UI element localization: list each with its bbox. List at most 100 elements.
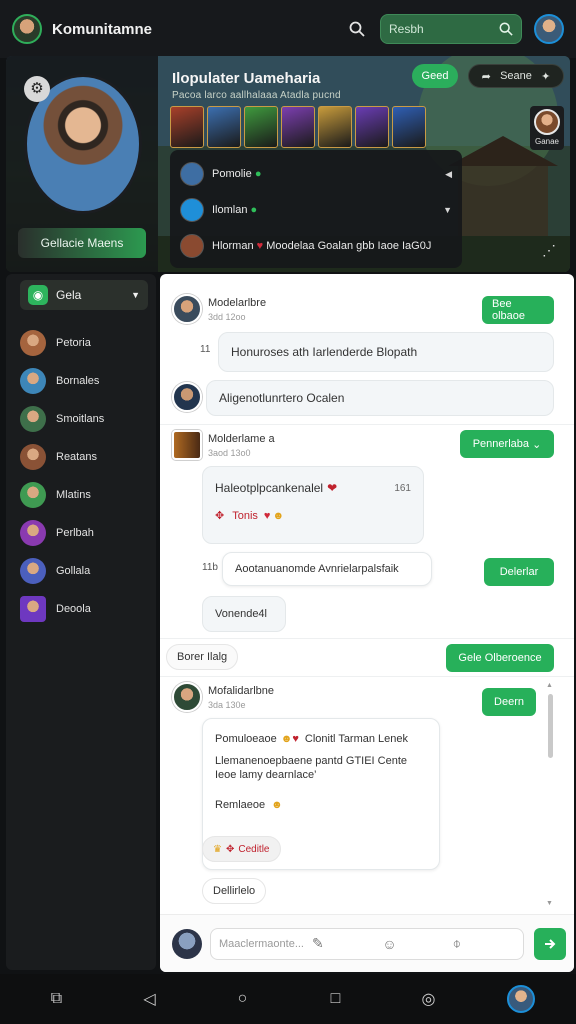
sidebar-item-label: Bornales — [56, 375, 100, 387]
member-name: Ilomlan ● — [212, 204, 258, 216]
message-bubble: Haleotplpcankenalel ❤ 161 ✥ Tonis ♥ ☻ — [202, 466, 424, 544]
smile-emoji: ☻ — [271, 799, 283, 811]
sidebar-item[interactable]: Deoola — [6, 590, 156, 628]
search-icon[interactable] — [499, 22, 513, 36]
member-name: Hlorman ♥ Moodelaa Goalan gbb Iaoe IaG0J — [212, 240, 432, 252]
reaction-text: Tonis — [232, 509, 258, 522]
attachment-icon[interactable]: ✎ — [312, 935, 374, 952]
sender-name[interactable]: Modelarlbre — [208, 297, 266, 309]
sender-name[interactable]: Molderlame a — [208, 433, 275, 445]
back-icon[interactable]: ◁ — [135, 989, 165, 1009]
member-row[interactable]: Ilomlan ● ▼ — [180, 192, 452, 228]
member-row[interactable]: Pomolie ● ◀ — [180, 156, 452, 192]
game-thumbnail[interactable] — [355, 106, 389, 148]
game-thumbnail[interactable] — [318, 106, 352, 148]
sidebar-item[interactable]: Reatans — [6, 438, 156, 476]
app-logo[interactable] — [12, 14, 42, 44]
action-button[interactable]: Delerlar — [484, 558, 554, 586]
user-avatar[interactable] — [172, 682, 202, 712]
user-avatar[interactable] — [172, 382, 202, 412]
search-icon[interactable] — [344, 16, 370, 42]
online-icon: ● — [250, 204, 258, 216]
pin-icon: ✦ — [541, 70, 551, 83]
crown-emoji: ♛ — [213, 843, 222, 855]
message-text: Haleotplpcankenalel — [215, 481, 324, 495]
sidebar-item[interactable]: Mlatins — [6, 476, 156, 514]
message-input-placeholder: Maaclermaonte... — [219, 937, 304, 950]
emoji-icon[interactable]: ☺ — [382, 936, 444, 952]
sidebar-item-label: Mlatins — [56, 489, 91, 501]
member-avatar — [180, 162, 204, 186]
member-avatar — [180, 234, 204, 258]
game-thumbnail[interactable] — [170, 106, 204, 148]
message-text: Pomuloeaoe — [215, 733, 277, 745]
leaf-icon: ✥ — [225, 843, 235, 855]
dropdown-button-label: Pennerlaba — [472, 438, 529, 450]
message-time: 3da 130e — [208, 699, 246, 710]
group-select[interactable]: ◉ Gela ▼ — [20, 280, 148, 310]
game-icon: ◉ — [28, 285, 48, 305]
share-label: Seane — [500, 70, 532, 82]
reaction-chip[interactable]: ♛ ✥ Ceditle — [202, 836, 281, 862]
dropdown-button[interactable]: Pennerlaba ⌄ — [460, 430, 554, 458]
smile-emoji: ☻ — [280, 733, 293, 745]
scroll-down-icon[interactable]: ▼ — [546, 900, 553, 907]
sidebar-item-avatar — [20, 330, 46, 356]
sidebar-item[interactable]: Perlbah — [6, 514, 156, 552]
user-avatar[interactable] — [534, 14, 564, 44]
share-button[interactable]: ➦ Seane ✦ — [468, 64, 564, 88]
member-name: Pomolie ● — [212, 168, 262, 180]
overview-icon[interactable]: □ — [321, 990, 351, 1008]
message-count: 161 — [394, 482, 411, 494]
heart-emoji: ❤ — [327, 481, 338, 495]
game-thumbnail[interactable] — [392, 106, 426, 148]
chevron-left-icon[interactable]: ◀ — [445, 169, 452, 180]
profile-button[interactable]: Gellacie Maens — [18, 228, 146, 258]
home-icon[interactable]: ○ — [228, 990, 258, 1008]
action-button[interactable]: Gele Olberoence — [446, 644, 554, 672]
more-icon[interactable]: ⋰ — [542, 242, 556, 259]
recents-icon[interactable]: ⧉ — [42, 990, 72, 1008]
chevron-down-icon[interactable]: ▼ — [443, 205, 452, 215]
message-text: Ieoe lamy dearnlace’ — [215, 769, 317, 781]
member-dropdown: Pomolie ● ◀ Ilomlan ● ▼ Hlorman ♥ Moodel… — [170, 150, 462, 268]
sidebar-item-label: Deoola — [56, 603, 91, 615]
message-input[interactable]: Maaclermaonte... ✎ ☺ ⌽ — [210, 927, 524, 960]
message-time: 3aod 13o0 — [208, 447, 251, 458]
assistant-icon[interactable]: ◎ — [414, 989, 444, 1009]
featured-member[interactable]: Ganae — [530, 106, 564, 150]
sidebar-item[interactable]: Smoitlans — [6, 400, 156, 438]
join-button[interactable]: Geed — [412, 64, 458, 88]
chat-panel: Modelarlbre 3dd 12oo Bee olbaoe 11 Honur… — [160, 274, 574, 972]
message-header: Mofalidarlbne 3da 130e — [172, 682, 274, 712]
settings-icon[interactable]: ⚙ — [24, 76, 50, 102]
action-button[interactable]: Deern — [482, 688, 536, 716]
game-thumbnail[interactable] — [207, 106, 241, 148]
microphone-icon[interactable]: ⌽ — [453, 935, 515, 952]
scroll-up-icon[interactable]: ▲ — [546, 682, 553, 689]
message-bubble: Aligenotlunrtero Ocalen — [206, 380, 554, 416]
game-thumbnail[interactable] — [244, 106, 278, 148]
sidebar-item-avatar — [20, 558, 46, 584]
search-placeholder: Resbh — [389, 22, 424, 36]
reply-chip[interactable]: Dellirlelo — [202, 878, 267, 904]
sidebar-item-avatar — [20, 406, 46, 432]
featured-member-label: Ganae — [534, 137, 560, 146]
sidebar-item-label: Smoitlans — [56, 413, 105, 425]
send-button[interactable] — [534, 927, 566, 960]
user-avatar[interactable] — [172, 430, 202, 460]
game-thumbnail[interactable] — [281, 106, 315, 148]
action-button[interactable]: Bee olbaoe — [482, 296, 554, 324]
sender-name[interactable]: Mofalidarlbne — [208, 685, 274, 697]
sidebar-item-avatar — [20, 596, 46, 622]
sidebar-item[interactable]: Petoria — [6, 324, 156, 362]
search-input[interactable]: Resbh — [380, 14, 522, 44]
user-avatar[interactable] — [172, 928, 202, 959]
profile-avatar[interactable] — [506, 985, 535, 1013]
scrollbar-thumb[interactable] — [548, 694, 553, 758]
user-avatar[interactable] — [172, 294, 202, 324]
member-row[interactable]: Hlorman ♥ Moodelaa Goalan gbb Iaoe IaG0J — [180, 228, 452, 264]
tag-chip[interactable]: Borer Ilalg — [166, 644, 239, 670]
sidebar-item[interactable]: Gollala — [6, 552, 156, 590]
sidebar-item[interactable]: Bornales — [6, 362, 156, 400]
